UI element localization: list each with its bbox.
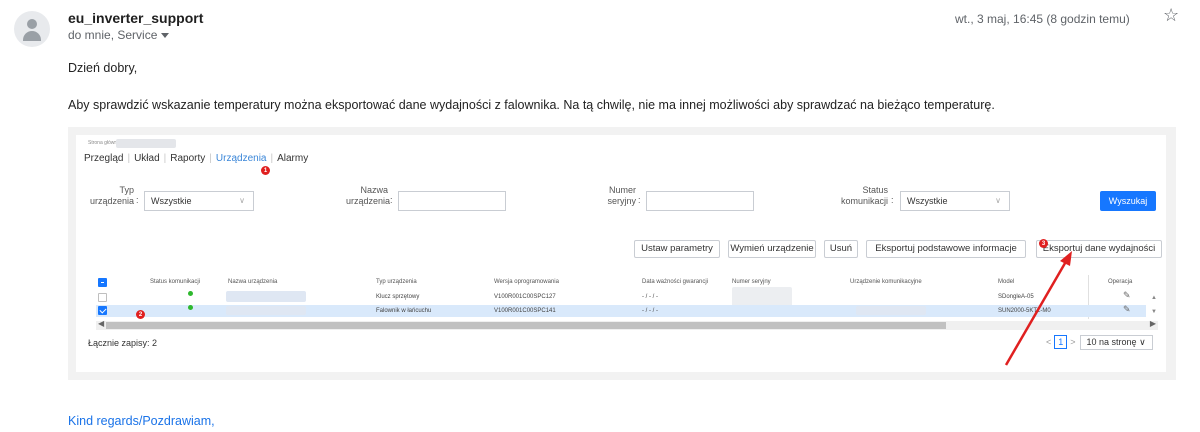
greeting: Dzień dobry,	[68, 61, 138, 75]
embedded-screenshot: Strona główna > Przegląd | Układ | Raporty | U…	[68, 127, 1176, 380]
recipients[interactable]: do mnie, Service	[68, 28, 170, 42]
chevron-down-icon[interactable]	[161, 33, 170, 39]
email-date: wt., 3 maj, 16:45 (8 godzin temu)	[955, 12, 1130, 26]
sender-avatar[interactable]	[14, 11, 50, 47]
signoff: Kind regards/Pozdrawiam,	[68, 414, 215, 428]
email-body: Aby sprawdzić wskazanie temperatury możn…	[68, 98, 995, 112]
screenshot-panel: Strona główna > Przegląd | Układ | Raporty | U…	[76, 135, 1166, 372]
sender-name: eu_inverter_support	[68, 10, 204, 26]
star-icon[interactable]: ☆	[1163, 6, 1179, 24]
annotation-arrow	[1004, 251, 1072, 366]
